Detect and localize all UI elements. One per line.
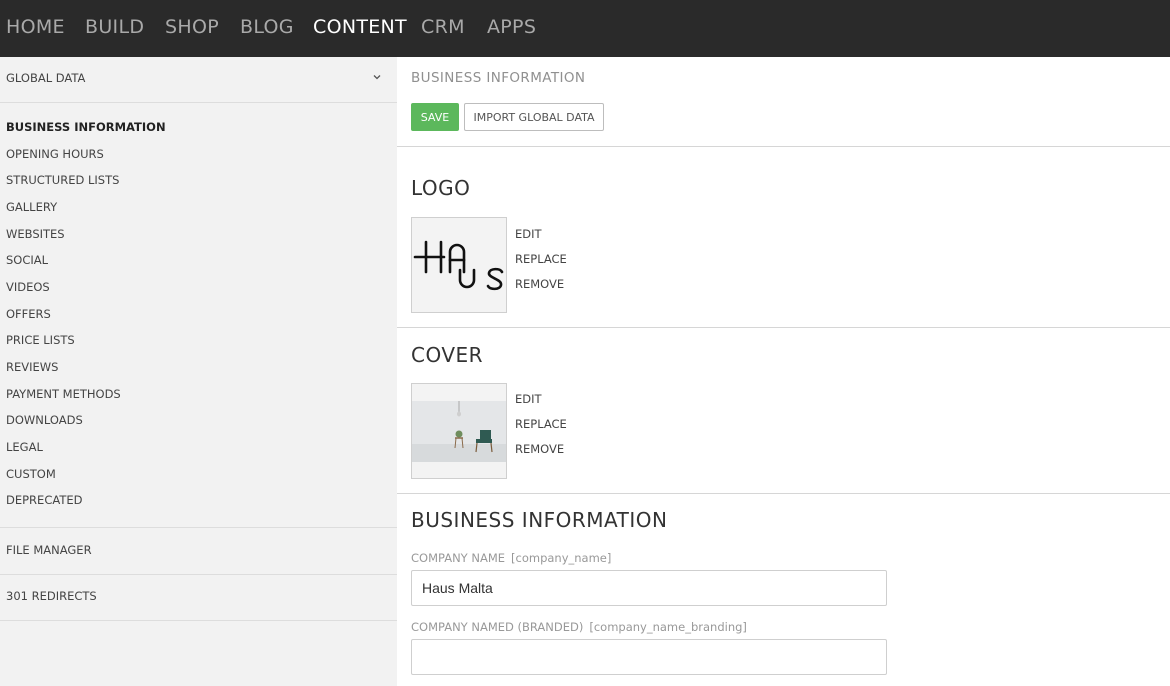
- company-name-input[interactable]: [411, 570, 887, 606]
- nav-build[interactable]: BUILD: [85, 0, 144, 57]
- company-name-label-text: COMPANY NAME: [411, 551, 506, 565]
- nav-shop[interactable]: SHOP: [165, 0, 219, 57]
- sidebar-item-gallery[interactable]: GALLERY: [6, 200, 57, 216]
- page-title: BUSINESS INFORMATION: [411, 70, 586, 86]
- cover-edit-link[interactable]: EDIT: [515, 392, 542, 406]
- nav-content[interactable]: CONTENT: [313, 0, 407, 57]
- sidebar-divider: [0, 527, 397, 528]
- sidebar-item-websites[interactable]: WEBSITES: [6, 227, 65, 243]
- section-divider: [397, 493, 1170, 494]
- sidebar-item-videos[interactable]: VIDEOS: [6, 280, 50, 296]
- company-branded-label-text: COMPANY NAMED (BRANDED): [411, 620, 584, 634]
- sidebar: GLOBAL DATA BUSINESS INFORMATION OPENING…: [0, 57, 397, 686]
- sidebar-divider: [0, 620, 397, 621]
- logo-edit-link[interactable]: EDIT: [515, 227, 542, 241]
- save-button[interactable]: SAVE: [411, 103, 459, 131]
- top-nav: HOME BUILD SHOP BLOG CONTENT CRM APPS: [0, 0, 1170, 57]
- section-divider: [397, 146, 1170, 147]
- logo-heading: LOGO: [411, 176, 471, 200]
- cover-heading: COVER: [411, 343, 484, 367]
- sidebar-item-reviews[interactable]: REVIEWS: [6, 360, 58, 376]
- global-data-dropdown[interactable]: GLOBAL DATA: [0, 57, 397, 103]
- sidebar-divider: [0, 574, 397, 575]
- sidebar-item-deprecated[interactable]: DEPRECATED: [6, 493, 82, 509]
- sidebar-item-offers[interactable]: OFFERS: [6, 307, 51, 323]
- nav-home[interactable]: HOME: [6, 0, 65, 57]
- sidebar-item-payment-methods[interactable]: PAYMENT METHODS: [6, 387, 121, 403]
- sidebar-item-file-manager[interactable]: FILE MANAGER: [6, 543, 92, 557]
- nav-blog[interactable]: BLOG: [240, 0, 294, 57]
- cover-photo-image: [412, 401, 506, 462]
- nav-apps[interactable]: APPS: [487, 0, 536, 57]
- sidebar-item-opening-hours[interactable]: OPENING HOURS: [6, 147, 104, 163]
- sidebar-item-downloads[interactable]: DOWNLOADS: [6, 413, 83, 429]
- nav-crm[interactable]: CRM: [421, 0, 465, 57]
- cover-remove-link[interactable]: REMOVE: [515, 442, 564, 456]
- company-name-label: COMPANY NAME [company_name]: [411, 551, 611, 565]
- sidebar-item-custom[interactable]: CUSTOM: [6, 467, 56, 483]
- company-branded-shortcode: [company_name_branding]: [589, 620, 747, 634]
- company-branded-input[interactable]: [411, 639, 887, 675]
- haus-logo-image: [413, 240, 504, 291]
- sidebar-item-business-information[interactable]: BUSINESS INFORMATION: [6, 120, 166, 136]
- main-content: BUSINESS INFORMATION SAVE IMPORT GLOBAL …: [397, 57, 1170, 686]
- logo-thumbnail[interactable]: [411, 217, 507, 313]
- section-divider: [397, 327, 1170, 328]
- chevron-down-icon: [373, 75, 381, 80]
- company-name-shortcode: [company_name]: [511, 551, 612, 565]
- cover-thumbnail[interactable]: [411, 383, 507, 479]
- sidebar-item-price-lists[interactable]: PRICE LISTS: [6, 333, 75, 349]
- logo-replace-link[interactable]: REPLACE: [515, 252, 567, 266]
- sidebar-item-301-redirects[interactable]: 301 REDIRECTS: [6, 589, 97, 603]
- sidebar-item-structured-lists[interactable]: STRUCTURED LISTS: [6, 173, 119, 189]
- import-global-data-button[interactable]: IMPORT GLOBAL DATA: [464, 103, 604, 131]
- cover-replace-link[interactable]: REPLACE: [515, 417, 567, 431]
- sidebar-item-social[interactable]: SOCIAL: [6, 253, 48, 269]
- business-info-heading: BUSINESS INFORMATION: [411, 508, 668, 532]
- company-branded-label: COMPANY NAMED (BRANDED) [company_name_bra…: [411, 620, 747, 634]
- logo-remove-link[interactable]: REMOVE: [515, 277, 564, 291]
- sidebar-item-legal[interactable]: LEGAL: [6, 440, 43, 456]
- global-data-label: GLOBAL DATA: [6, 71, 86, 85]
